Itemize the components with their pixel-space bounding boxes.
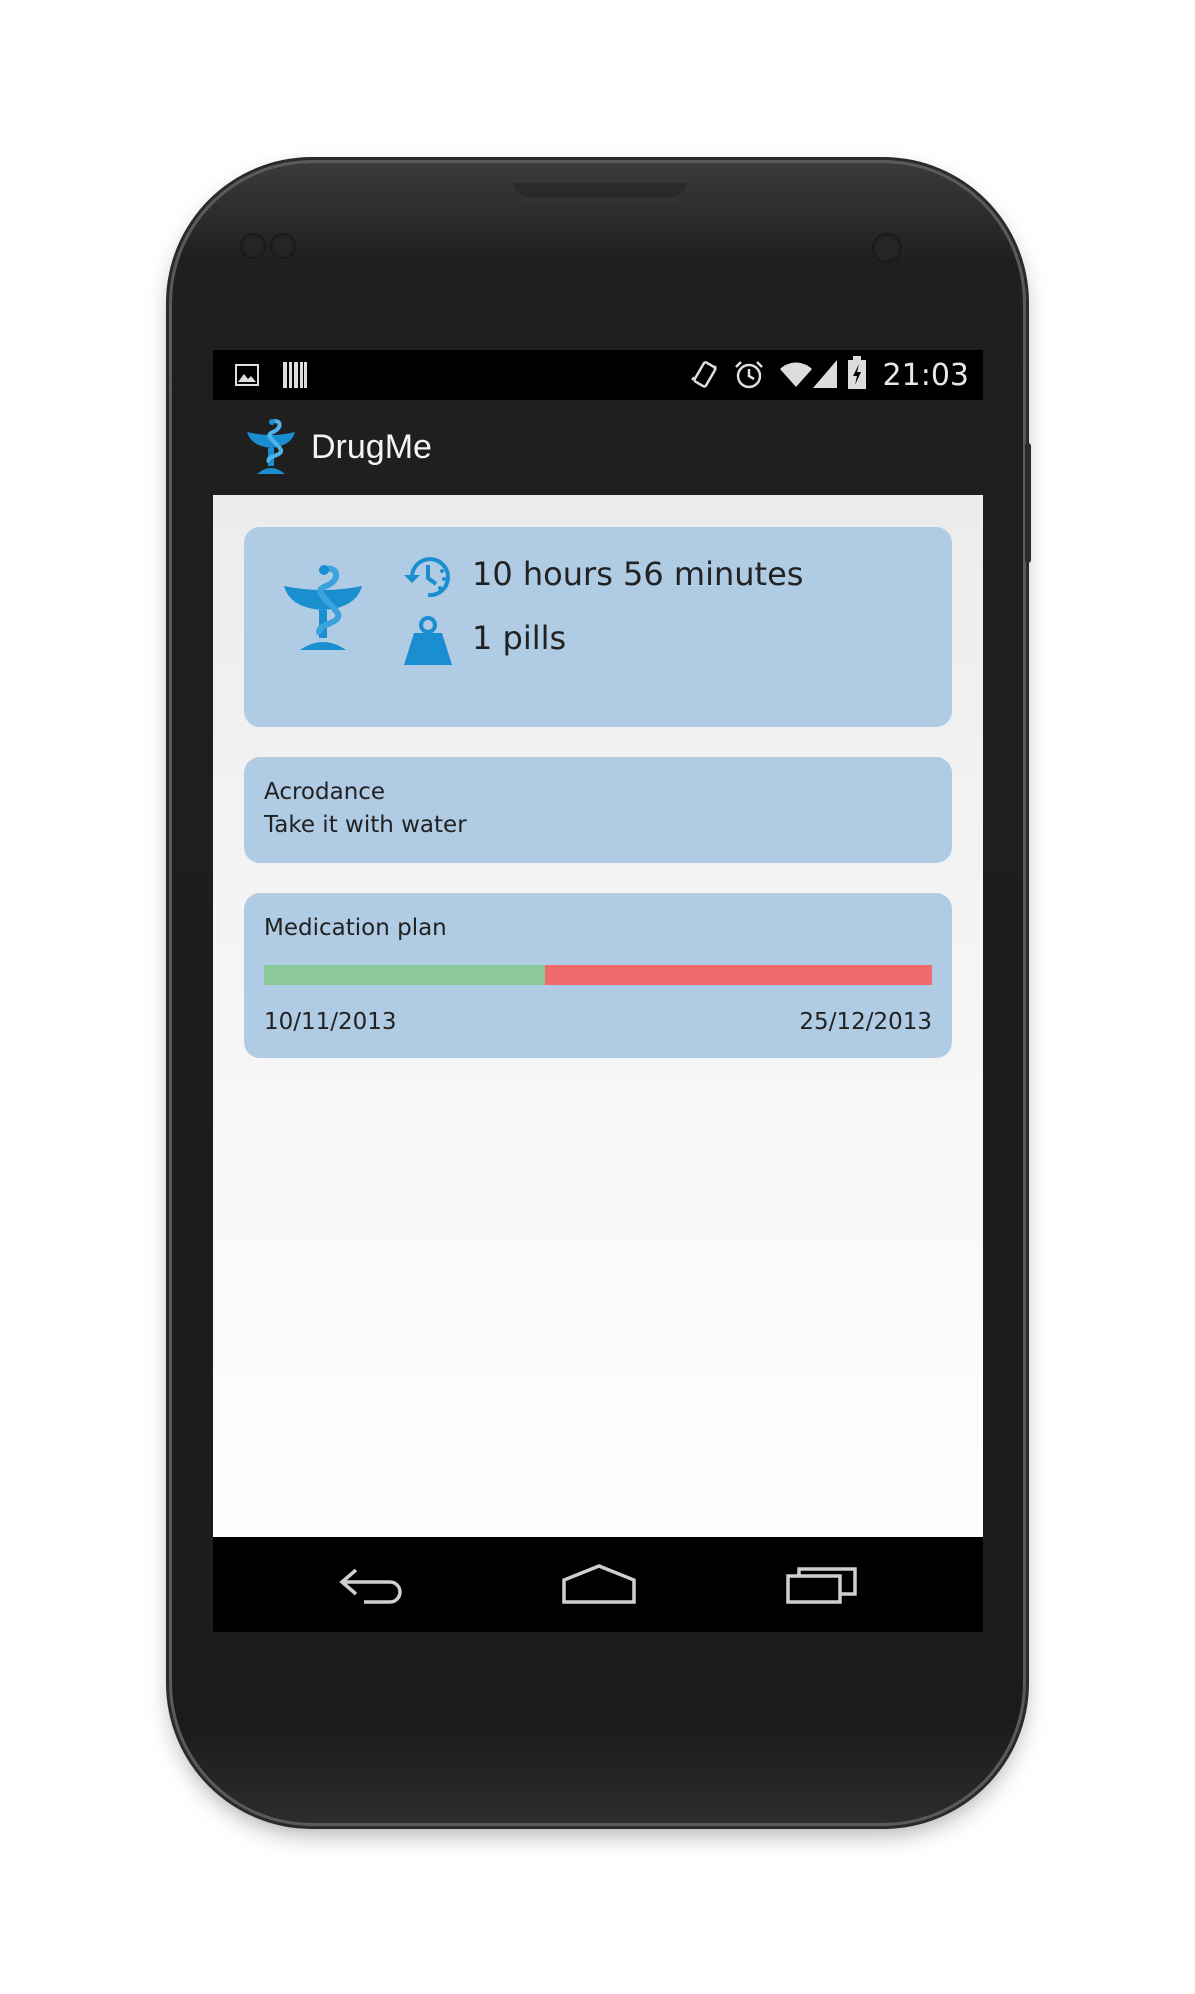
drug-name: Acrodance [264,779,386,805]
dosage: 1 pills [472,619,567,657]
screen: 21:03 DrugMe 10 hours 56 minutes 1 pills… [213,350,983,1632]
drug-info-card[interactable]: Acrodance Take it with water [244,757,952,863]
home-icon[interactable] [561,1562,637,1606]
plan-end-date: 25/12/2013 [799,1009,932,1035]
gallery-notification-icon [235,364,259,386]
power-button [1025,443,1031,563]
plan-progress-bar [264,965,932,985]
caduceus-icon[interactable] [243,416,299,478]
front-camera [872,233,902,263]
plan-title: Medication plan [264,915,447,941]
status-bar: 21:03 [213,350,983,400]
navigation-bar [213,1537,983,1632]
progress-completed [264,965,545,985]
caduceus-icon [284,565,362,650]
time-remaining: 10 hours 56 minutes [472,555,804,593]
wifi-icon [780,362,812,387]
light-sensor [270,233,296,259]
status-time: 21:03 [882,358,969,393]
vibrate-icon [691,361,717,388]
barcode-notification-icon [283,362,307,388]
recent-apps-icon[interactable] [785,1562,861,1606]
medication-plan-card[interactable]: Medication plan 10/11/2013 25/12/2013 [244,893,952,1058]
alarm-icon [735,361,763,389]
weight-icon [404,616,452,665]
proximity-sensor [240,233,266,259]
battery-charging-icon [848,356,866,389]
progress-remaining [544,965,932,985]
plan-start-date: 10/11/2013 [264,1009,397,1035]
main-content: 10 hours 56 minutes 1 pills Acrodance Ta… [213,495,983,1537]
action-bar: DrugMe [213,400,983,495]
drug-instruction: Take it with water [264,812,467,838]
timer-icon [404,557,450,598]
next-dose-card[interactable]: 10 hours 56 minutes 1 pills [244,527,952,727]
back-icon[interactable] [338,1562,408,1606]
cell-signal-icon [813,360,837,388]
app-title: DrugMe [311,428,432,466]
earpiece-speaker [512,183,688,201]
